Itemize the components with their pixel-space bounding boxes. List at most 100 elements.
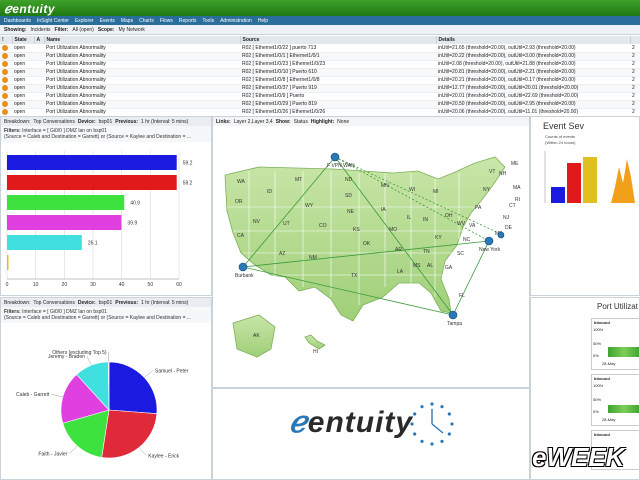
pie-slice[interactable] xyxy=(101,409,158,459)
details-cell: inUtil=20.06 (threshold=20.00), outUtil=… xyxy=(436,108,630,116)
device-label: Device: xyxy=(77,118,96,125)
col-ack[interactable]: A xyxy=(34,36,45,44)
details-cell: inUtil=20.01 (threshold=20.00), outUtil=… xyxy=(436,92,630,101)
state-label: AL xyxy=(427,263,433,269)
app-logo[interactable]: ℯentuity xyxy=(4,1,55,17)
count-cell: 2 xyxy=(630,76,640,85)
scope-value[interactable]: My Network xyxy=(118,27,144,33)
state-label: MA xyxy=(513,185,521,191)
show-value[interactable]: Status xyxy=(294,119,308,125)
pie-slice[interactable] xyxy=(108,361,158,414)
event-sev-title: Event Sev xyxy=(543,121,585,131)
inbound-label-2: Inbound xyxy=(594,376,610,381)
showing-value[interactable]: Incidents xyxy=(31,27,51,33)
state-cell: open xyxy=(12,44,34,53)
major-severity-icon xyxy=(2,76,8,83)
name-cell: Port Utilization Abnormality xyxy=(44,84,240,93)
ack-cell xyxy=(34,92,44,101)
col-name[interactable]: Name xyxy=(44,36,241,44)
us-map[interactable]: WA OR CA NV ID MT WY UT AZ CO NM ND SD NE KS OK TX MN IA MO… xyxy=(213,127,529,387)
source-cell: R02 [ Ethernet1/0/29 ] Puerto 819 xyxy=(240,100,436,109)
filter-bar: Showing: Incidents Filter: All (open) Sc… xyxy=(0,25,640,35)
device-value[interactable]: bsp01 xyxy=(99,300,113,306)
col-details[interactable]: Details xyxy=(436,36,631,44)
table-row[interactable]: open Port Utilization Abnormality R02 [ Et… xyxy=(0,44,640,53)
table-row[interactable]: open Port Utilization Abnormality R02 [ Et… xyxy=(0,52,640,61)
y50-label-2: 50% xyxy=(593,397,602,402)
links-value[interactable]: Layer 2,Layer 3,4 xyxy=(234,119,273,125)
col-severity[interactable]: ! xyxy=(0,36,13,44)
filter-label: Filter: xyxy=(54,26,69,33)
nav-administration[interactable]: Administration xyxy=(220,18,252,24)
state-label: LA xyxy=(397,269,404,275)
device-node-burbank[interactable]: Burbank xyxy=(235,262,254,279)
nav-charts[interactable]: Charts xyxy=(139,18,154,24)
previous-value[interactable]: 1 hr (Interval: 5 mins) xyxy=(141,300,188,306)
table-header-row: ! State A Name Source Details xyxy=(0,36,640,44)
table-row[interactable]: open Port Utilization Abnormality R02 [ Et… xyxy=(0,76,640,85)
state-label: MT xyxy=(295,177,302,183)
pie-leader-line xyxy=(144,370,154,378)
state-label: IA xyxy=(381,207,386,213)
date-label-2: 28-May xyxy=(602,417,616,422)
table-row[interactable]: open Port Utilization Abnormality R02 [ Et… xyxy=(0,108,640,116)
source-cell: R02 [ Ethernet1/0/8 ] Ethernet1/0/8 xyxy=(240,76,436,85)
node-label-burbank: Burbank xyxy=(235,273,254,279)
ev-bar-yellow xyxy=(583,157,597,203)
hawaii-shape xyxy=(304,334,326,350)
breakdown-value[interactable]: Top Conversations xyxy=(33,119,74,125)
table-row[interactable]: open Port Utilization Abnormality R02 [ Et… xyxy=(0,68,640,77)
port-util-chart-2: Inbound 100% 50% 0% 28-May xyxy=(591,374,639,426)
nav-events[interactable]: Events xyxy=(100,18,115,24)
bar[interactable] xyxy=(7,215,122,230)
bar[interactable] xyxy=(7,235,82,250)
bar[interactable] xyxy=(7,255,9,270)
major-severity-icon xyxy=(2,108,8,115)
clock-tick xyxy=(447,432,451,436)
state-cell: open xyxy=(12,92,34,101)
nav-flows[interactable]: Flows xyxy=(160,18,173,24)
count-cell: 2 xyxy=(630,92,640,101)
pie-slice-label: Faith - Javier xyxy=(38,452,67,458)
bar[interactable] xyxy=(7,195,125,210)
scope-label: Scope: xyxy=(97,26,115,33)
clock-tick xyxy=(413,432,417,436)
state-label: IN xyxy=(423,217,428,223)
state-label: WV xyxy=(457,221,466,227)
nav-explorer[interactable]: Explorer xyxy=(75,18,94,24)
bar-value-label: 40.9 xyxy=(130,201,140,207)
details-cell: inUtil=20.22 (threshold=20.00), outUtil=… xyxy=(436,52,630,61)
previous-value[interactable]: 1 hr (Interval: 5 mins) xyxy=(141,119,188,125)
breakdown-value[interactable]: Top Conversations xyxy=(33,300,74,306)
col-count xyxy=(630,36,640,44)
node-label-tampa: Tampa xyxy=(447,321,462,327)
main-nav: Dashboards InSight Center Explorer Event… xyxy=(0,16,640,25)
state-label: MO xyxy=(389,227,397,233)
bar[interactable] xyxy=(7,155,177,170)
table-row[interactable]: open Port Utilization Abnormality R02 [ Et… xyxy=(0,92,640,101)
state-label: NY xyxy=(483,187,491,193)
device-node-tampa[interactable]: Tampa xyxy=(447,310,462,327)
name-cell: Port Utilization Abnormality xyxy=(44,44,240,53)
nav-dashboards[interactable]: Dashboards xyxy=(4,18,31,24)
bar-chart: 0 10 20 30 40 50 60 59.2 59.2 40.9 39.9 26.1 xyxy=(6,151,193,288)
col-state[interactable]: State xyxy=(12,36,35,44)
nav-help[interactable]: Help xyxy=(258,18,268,24)
nav-tools[interactable]: Tools xyxy=(202,18,214,24)
bar[interactable] xyxy=(7,175,177,190)
nav-maps[interactable]: Maps xyxy=(121,18,133,24)
col-source[interactable]: Source xyxy=(240,36,437,44)
highlight-value[interactable]: None xyxy=(337,119,349,125)
device-node-new-york[interactable]: New York xyxy=(479,231,505,253)
port-util-chart-1: Inbound 100% 50% 0% 28-May xyxy=(591,318,639,370)
device-value[interactable]: bsp01 xyxy=(99,119,113,125)
state-label: FL xyxy=(459,293,465,299)
filter-value[interactable]: All (open) xyxy=(72,27,93,33)
details-cell: inUtil=20.81 (threshold=20.00), outUtil=… xyxy=(436,68,630,77)
nav-insight-center[interactable]: InSight Center xyxy=(37,18,69,24)
table-row[interactable]: open Port Utilization Abnormality R02 [ Et… xyxy=(0,100,640,109)
nav-reports[interactable]: Reports xyxy=(179,18,197,24)
app-header: ℯentuity xyxy=(0,0,640,16)
table-row[interactable]: open Port Utilization Abnormality R02 [ Et… xyxy=(0,60,640,69)
table-row[interactable]: open Port Utilization Abnormality R02 [ Et… xyxy=(0,84,640,93)
